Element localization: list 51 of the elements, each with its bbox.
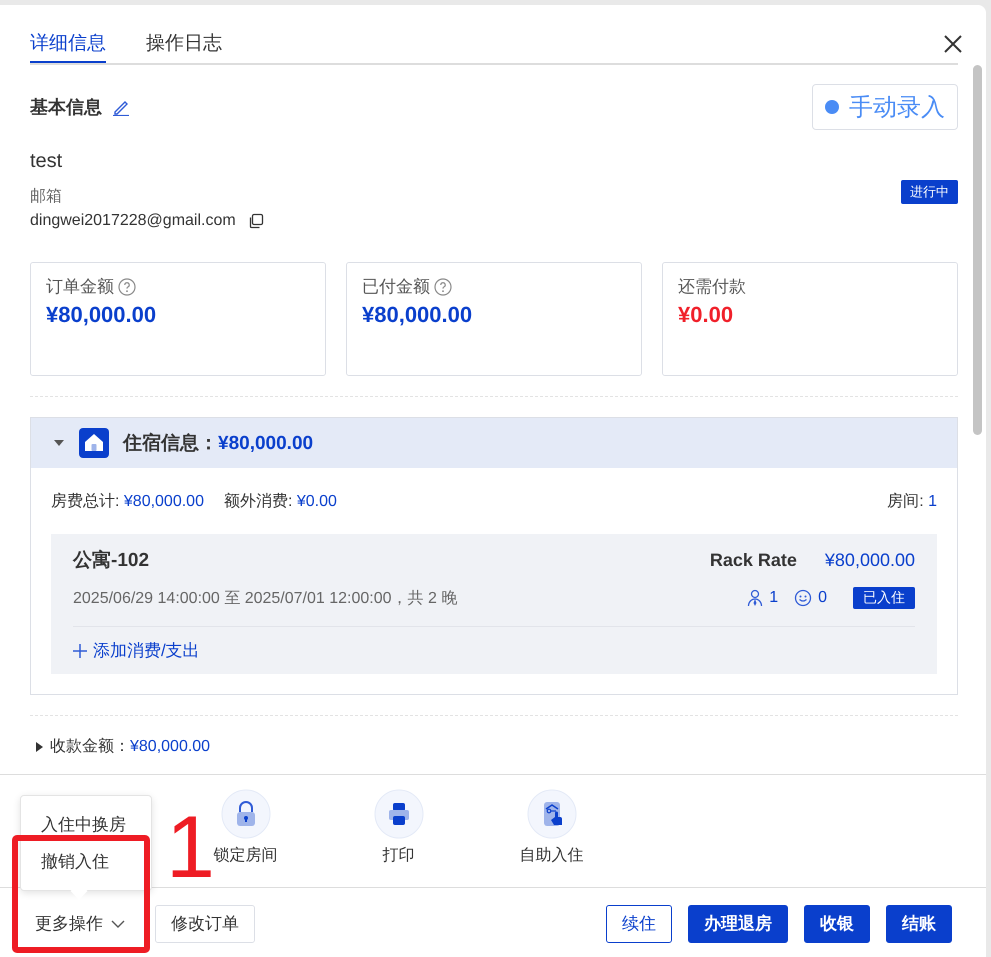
action-button[interactable]: 收银 — [804, 904, 870, 942]
amount-label: 还需付款 — [678, 276, 746, 298]
field-label: 邮箱 — [30, 186, 63, 207]
chevron-down-icon — [111, 918, 125, 928]
section-title: 基本信息 — [30, 96, 102, 119]
person-icon — [747, 589, 764, 607]
status-tag: 进行中 — [901, 180, 958, 204]
stay-dates: 2025/06/29 14:00:00 至 2025/07/01 12:00:00，共 2 晚 — [73, 588, 458, 608]
summary-text: 额外消费: ¥0.00 — [224, 492, 337, 512]
copy-icon[interactable] — [248, 213, 264, 229]
action-label[interactable]: 自助入住 — [520, 845, 584, 866]
action-label[interactable]: 打印 — [382, 845, 414, 866]
menu-item[interactable]: 入住中换房 — [21, 806, 151, 843]
plus-icon — [73, 644, 87, 658]
tab[interactable]: 详细信息 — [30, 25, 106, 63]
action-button[interactable]: 办理退房 — [688, 904, 788, 942]
add-expense-link[interactable]: 添加消费/支出 — [73, 639, 200, 662]
amount-value: ¥80,000.00 — [362, 302, 474, 328]
guest-name: test — [30, 150, 64, 173]
menu-item[interactable]: 撤销入住 — [21, 843, 151, 880]
padlock-icon[interactable] — [220, 789, 270, 839]
phone-tap-icon[interactable] — [526, 789, 576, 839]
rate-name: Rack Rate — [710, 550, 797, 570]
house-icon — [79, 428, 109, 458]
action-label[interactable]: 锁定房间 — [214, 845, 278, 866]
annotation-number: 1 — [166, 803, 215, 891]
status-tag: 已入住 — [853, 587, 915, 609]
help-icon[interactable] — [434, 278, 452, 296]
amount-value: ¥80,000.00 — [46, 302, 158, 328]
section-title: 住宿信息：¥80,000.00 — [123, 432, 314, 456]
summary-text: 房费总计: ¥80,000.00 — [51, 492, 204, 512]
room-name: 公寓-102 — [73, 548, 150, 573]
edit-order-button[interactable]: 修改订单 — [155, 904, 255, 942]
amount-value: ¥0.00 — [678, 302, 734, 328]
help-icon[interactable] — [118, 278, 136, 296]
summary-text: 收款金额：¥80,000.00 — [50, 736, 210, 757]
tab[interactable]: 操作日志 — [146, 25, 222, 63]
adult-count: 1 — [769, 589, 778, 607]
action-button[interactable]: 结账 — [886, 904, 952, 942]
amount-label: 已付金额 — [362, 276, 430, 298]
rate-amount: ¥80,000.00 — [824, 550, 915, 570]
summary-text: 房间: 1 — [887, 492, 937, 512]
child-count: 0 — [818, 589, 827, 607]
scrollbar-thumb[interactable] — [973, 65, 982, 435]
caret-right-icon[interactable] — [36, 742, 44, 752]
smiley-icon — [794, 589, 812, 607]
close-icon[interactable] — [944, 35, 962, 53]
action-button[interactable]: 续住 — [606, 904, 672, 942]
printer-icon[interactable] — [374, 789, 424, 839]
amount-label: 订单金额 — [46, 276, 114, 298]
email-text: dingwei2017228@gmail.com — [30, 211, 236, 231]
